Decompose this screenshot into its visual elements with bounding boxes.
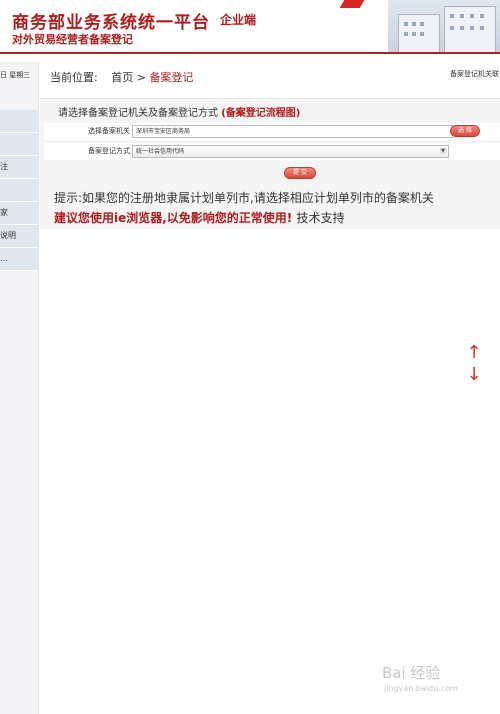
breadcrumb: 当前位置: 首页 > 备案登记 <box>50 69 193 85</box>
site-subtitle: 对外贸易经营者备案登记 <box>12 33 133 46</box>
scroll-down-icon[interactable]: ↓ <box>462 365 486 385</box>
site-tag: 企业端 <box>220 13 257 27</box>
breadcrumb-separator: > <box>136 71 146 84</box>
sidebar-item-6[interactable]: 说明 <box>0 225 38 248</box>
breadcrumb-current: 备案登记 <box>149 71 194 84</box>
org-label: 选择备案机关 <box>88 127 130 135</box>
watermark-url: jingyan.baidu.com <box>384 684 458 693</box>
method-select[interactable]: 统一社会信用代码 ▼ <box>132 145 449 158</box>
method-select-value: 统一社会信用代码 <box>136 148 185 155</box>
select-button[interactable]: 选 择 <box>450 125 480 137</box>
tech-support-text: 技术支持 <box>296 211 345 225</box>
method-label: 备案登记方式 <box>88 147 130 155</box>
building-banner <box>388 0 500 52</box>
panel-title: 请选择备案登记机关及备案登记方式 (备案登记流程图) <box>58 104 300 119</box>
browser-warning-text: 建议您使用ie浏览器,以免影响您的正常使用! <box>54 211 293 225</box>
registration-panel: 请选择备案登记机关及备案登记方式 (备案登记流程图) 选择备案机关 深圳市宝安区… <box>40 98 500 229</box>
browser-warning: 建议您使用ie浏览器,以免影响您的正常使用! 技术支持 <box>54 209 345 226</box>
org-input[interactable]: 深圳市宝安区商务局 <box>132 125 453 138</box>
scroll-up-icon[interactable]: ↑ <box>462 343 486 363</box>
flag-icon <box>339 0 365 8</box>
sidebar-item-7[interactable]: … <box>0 248 38 271</box>
submit-button[interactable]: 提 交 <box>284 167 316 179</box>
org-link[interactable]: 备案登记机关联 <box>450 69 499 79</box>
chevron-down-icon[interactable]: ▼ <box>440 148 446 154</box>
org-row: 选择备案机关 深圳市宝安区商务局 选 择 <box>44 123 500 140</box>
breadcrumb-label: 当前位置: <box>50 71 98 84</box>
sidebar: 日 星期三 注 家 说明 … <box>0 62 39 714</box>
flowchart-link[interactable]: (备案登记流程图) <box>221 108 300 119</box>
sidebar-item-2[interactable] <box>0 133 38 156</box>
sidebar-date: 日 星期三 <box>0 71 31 79</box>
tip-text: 提示:如果您的注册地隶属计划单列市,请选择相应计划单列市的备案机关 <box>54 191 434 205</box>
method-row: 备案登记方式 统一社会信用代码 ▼ <box>44 143 500 160</box>
sidebar-item-1[interactable] <box>0 110 38 133</box>
sidebar-item-3[interactable]: 注 <box>0 156 38 179</box>
sidebar-item-5[interactable]: 家 <box>0 202 38 225</box>
sidebar-item-4[interactable] <box>0 179 38 202</box>
site-header: 商务部业务系统统一平台 企业端 对外贸易经营者备案登记 <box>0 0 500 54</box>
site-title: 商务部业务系统统一平台 <box>12 13 210 33</box>
scroll-controls: ↑ ↓ <box>462 343 486 385</box>
watermark: Bai 经验 <box>382 664 441 682</box>
panel-title-text: 请选择备案登记机关及备案登记方式 <box>58 108 218 119</box>
breadcrumb-home[interactable]: 首页 <box>111 71 133 84</box>
